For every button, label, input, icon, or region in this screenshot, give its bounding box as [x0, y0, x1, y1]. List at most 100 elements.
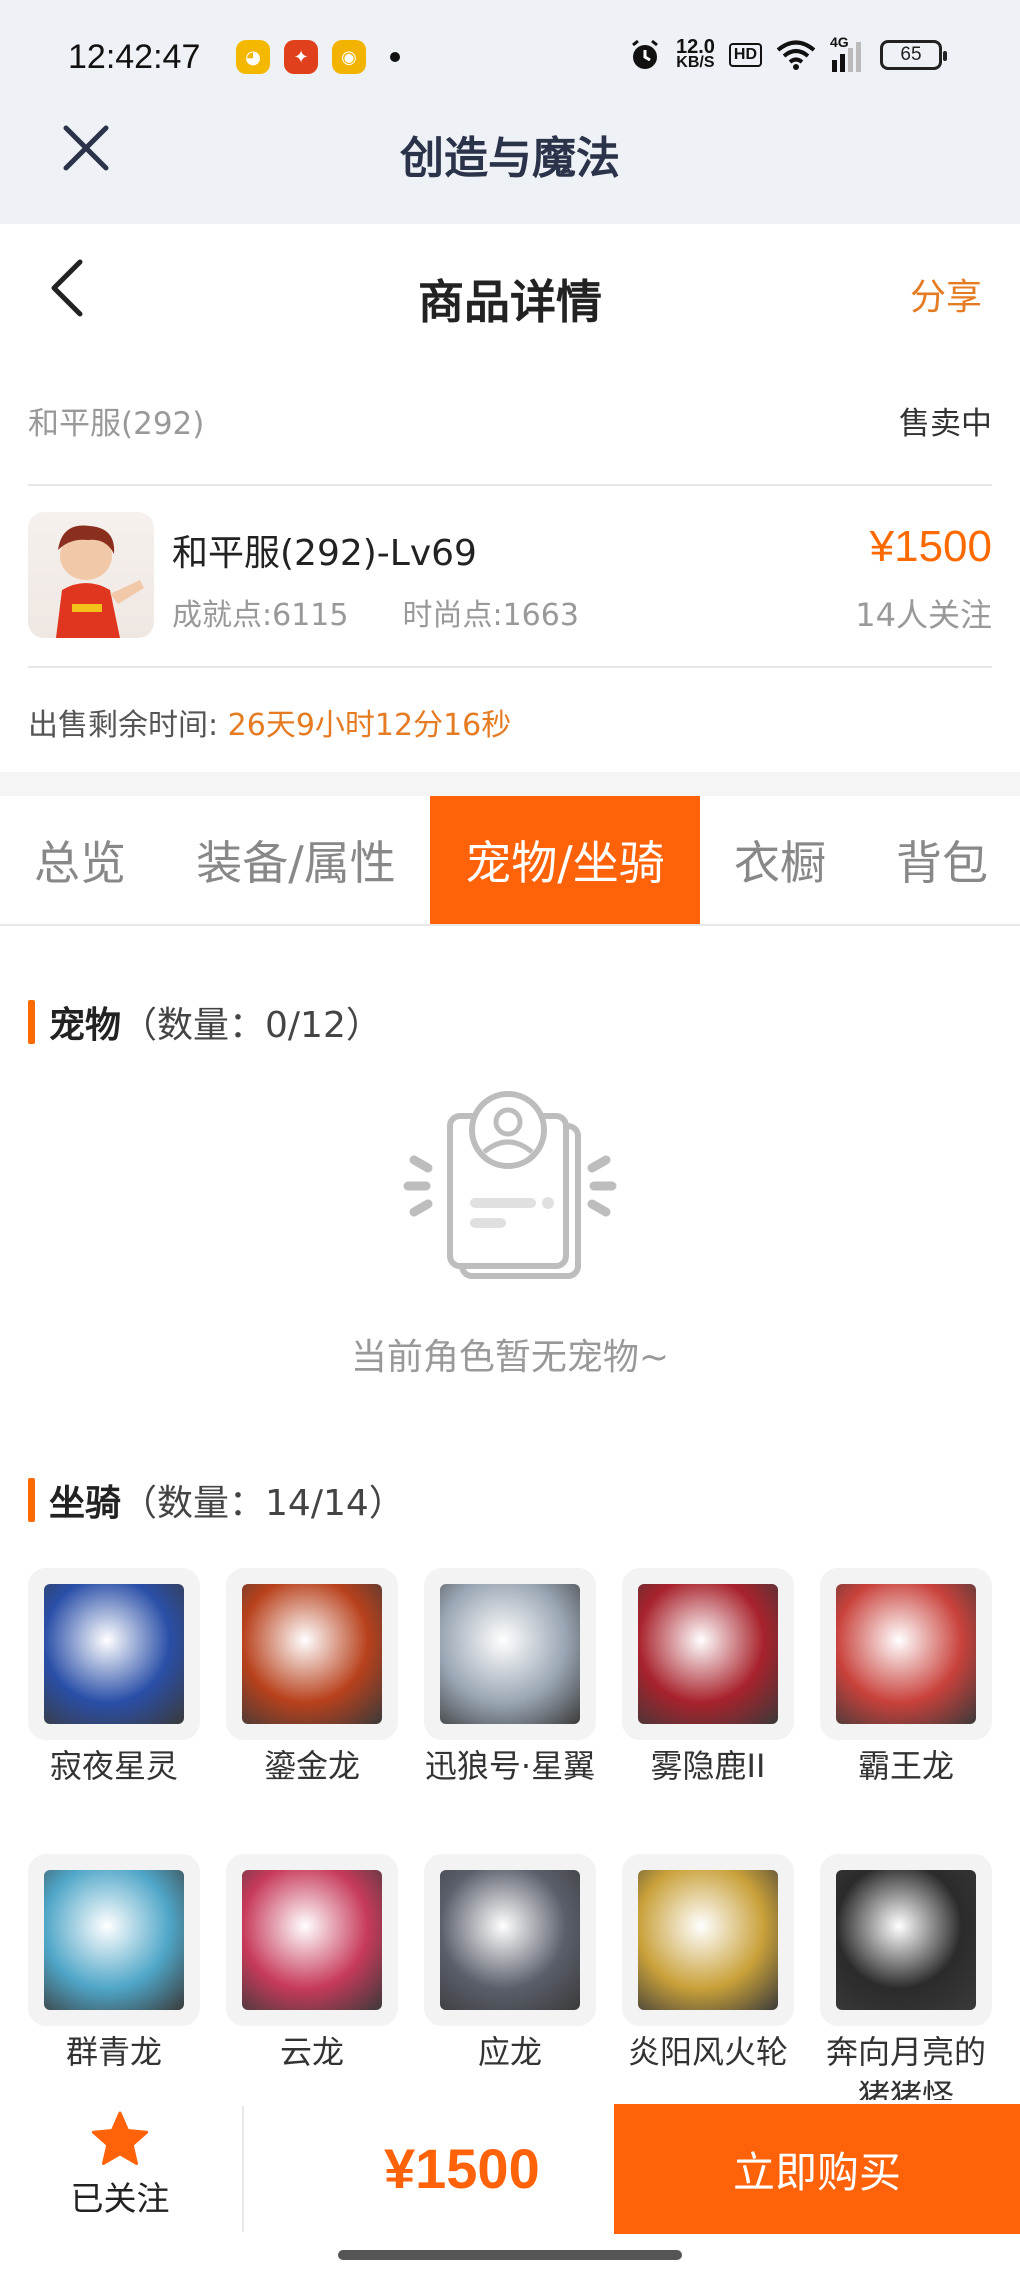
mount-image: [44, 1870, 184, 2010]
status-right: 12.0 KB/S HD 4G 65: [628, 34, 947, 72]
mount-card[interactable]: 寂夜星灵: [28, 1568, 200, 1788]
alarm-icon: [632, 39, 658, 69]
page-header: 商品详情 分享: [0, 224, 1020, 354]
mount-card[interactable]: 应龙: [424, 1854, 596, 2074]
server-name: 和平服(292): [28, 405, 205, 442]
item-summary[interactable]: 和平服(292)-Lv69 成就点:6115 时尚点:1663 ¥1500 14…: [28, 512, 992, 640]
mount-image: [836, 1870, 976, 2010]
cellular-type: 4G: [830, 34, 849, 50]
battery-level: 65: [900, 44, 922, 65]
status-bar: 12:42:47 ◕ ✦ ◉ 12.0 KB/S HD 4G 65: [0, 0, 1020, 120]
mount-thumbnail: [28, 1854, 200, 2026]
tab-equipment[interactable]: 装备/属性: [180, 796, 412, 924]
pets-title: 宠物: [49, 1005, 122, 1046]
mount-image: [836, 1584, 976, 1724]
mount-image: [638, 1870, 778, 2010]
cellular-signal-icon: 4G: [830, 34, 866, 72]
app-title: 创造与魔法: [400, 133, 620, 184]
sale-status: 售卖中: [899, 405, 992, 442]
mount-thumbnail: [820, 1854, 992, 2026]
share-button[interactable]: 分享: [910, 268, 982, 320]
mount-thumbnail: [28, 1568, 200, 1740]
mount-name: 霸王龙: [857, 1747, 954, 1785]
follow-button[interactable]: 已关注: [48, 2110, 192, 2240]
mount-thumbnail: [424, 1568, 596, 1740]
mount-image: [242, 1870, 382, 2010]
section-gap: [0, 772, 1020, 796]
mount-image: [440, 1584, 580, 1724]
mounts-title: 坐骑: [49, 1483, 122, 1524]
mount-name: 雾隐鹿II: [650, 1747, 766, 1785]
network-speed: 12.0 KB/S: [675, 36, 715, 71]
mount-card[interactable]: 炎阳风火轮: [622, 1854, 794, 2074]
item-title: 和平服(292)-Lv69: [172, 533, 477, 574]
mount-name: 应龙: [477, 2033, 542, 2071]
mount-name: 鎏金龙: [263, 1747, 360, 1785]
tab-pets-mounts[interactable]: 宠物/坐骑: [430, 796, 700, 924]
hd-icon: HD: [728, 43, 762, 67]
mount-thumbnail: [226, 1854, 398, 2026]
mount-card[interactable]: 奔向月亮的猪猪怪: [820, 1854, 992, 2118]
wifi-icon: [776, 40, 816, 70]
section-accent-bar: [28, 1478, 35, 1522]
app-notification-icon: ◕: [236, 40, 270, 74]
follow-label: 已关注: [70, 2179, 170, 2218]
mount-card[interactable]: 迅狼号·星翼: [424, 1568, 596, 1788]
page-title: 商品详情: [418, 275, 602, 329]
mount-name: 迅狼号·星翼: [424, 1747, 596, 1785]
more-notifications-dot: [390, 52, 400, 62]
tab-bar: 总览 装备/属性 宠物/坐骑 衣橱 背包: [0, 796, 1020, 926]
achievement-points: 成就点:6115: [172, 598, 349, 633]
follower-count: 14人关注: [855, 596, 992, 634]
empty-pets-text: 当前角色暂无宠物~: [350, 1337, 670, 1378]
mount-image: [638, 1584, 778, 1724]
item-price: ¥1500: [869, 522, 992, 571]
mount-card[interactable]: 群青龙: [28, 1854, 200, 2074]
network-speed-unit: KB/S: [676, 54, 715, 71]
weibo-icon: ◉: [332, 40, 366, 74]
tab-wardrobe[interactable]: 衣橱: [712, 796, 848, 924]
star-icon: [91, 2111, 149, 2165]
character-avatar: [28, 512, 154, 638]
home-indicator[interactable]: [338, 2250, 682, 2260]
pets-count: （数量：0/12）: [121, 1005, 382, 1046]
app-notification-icon: ✦: [284, 40, 318, 74]
bottom-price: ¥1500: [384, 2137, 540, 2200]
item-stats: 成就点:6115 时尚点:1663: [172, 590, 579, 634]
buy-now-button[interactable]: 立即购买: [614, 2104, 1020, 2234]
remaining-time-label: 出售剩余时间:: [28, 708, 219, 743]
mount-thumbnail: [622, 1854, 794, 2026]
mount-thumbnail: [622, 1568, 794, 1740]
divider: [28, 666, 992, 668]
mount-image: [44, 1584, 184, 1724]
empty-state-icon: [403, 1091, 617, 1279]
mount-name: 寂夜星灵: [49, 1747, 178, 1785]
mount-card[interactable]: 鎏金龙: [226, 1568, 398, 1788]
battery-icon: 65: [880, 40, 947, 70]
network-speed-value: 12.0: [675, 36, 715, 58]
mount-thumbnail: [424, 1854, 596, 2026]
divider: [28, 484, 992, 486]
notification-icons: ◕ ✦ ◉: [236, 40, 400, 74]
mount-image: [242, 1584, 382, 1724]
mount-thumbnail: [820, 1568, 992, 1740]
mount-image: [440, 1870, 580, 2010]
mounts-section-title: 坐骑 （数量：14/14）: [28, 1474, 405, 1526]
pets-section-title: 宠物 （数量：0/12）: [28, 996, 382, 1048]
remaining-time: 出售剩余时间: 26天9小时12分16秒: [28, 700, 511, 744]
tab-overview[interactable]: 总览: [0, 796, 160, 924]
mount-name: 炎阳风火轮: [627, 2033, 788, 2071]
fashion-points: 时尚点:1663: [402, 598, 579, 633]
mounts-count: （数量：14/14）: [121, 1483, 405, 1524]
tab-backpack[interactable]: 背包: [870, 796, 1014, 924]
remaining-time-value: 26天9小时12分16秒: [227, 708, 512, 743]
mount-card[interactable]: 霸王龙: [820, 1568, 992, 1788]
mount-card[interactable]: 雾隐鹿II: [622, 1568, 794, 1788]
server-row: 和平服(292) 售卖中: [28, 390, 992, 450]
mount-card[interactable]: 云龙: [226, 1854, 398, 2074]
mount-name: 群青龙: [65, 2033, 162, 2071]
mount-name: 云龙: [279, 2033, 344, 2071]
section-accent-bar: [28, 1000, 35, 1044]
mount-thumbnail: [226, 1568, 398, 1740]
status-time: 12:42:47: [68, 38, 201, 76]
